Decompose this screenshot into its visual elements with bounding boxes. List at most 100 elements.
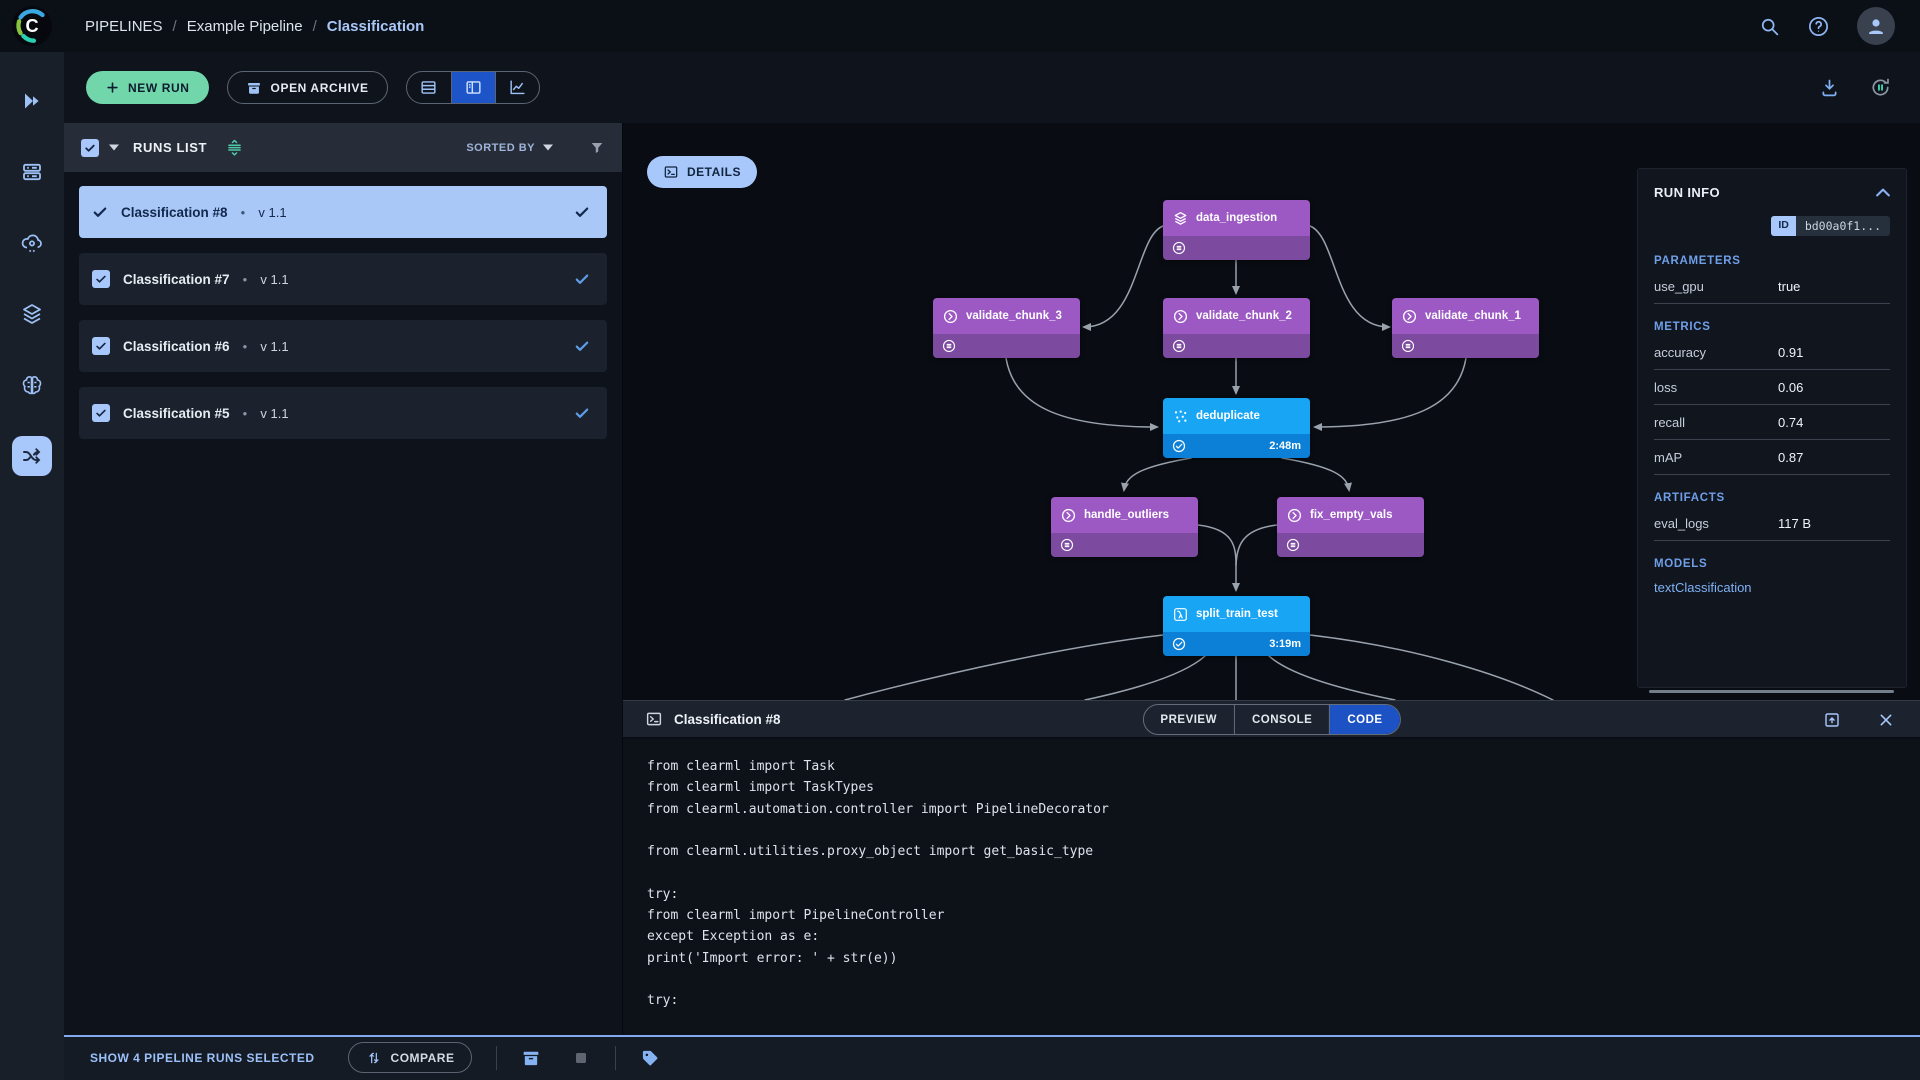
info-value: 0.87 — [1778, 450, 1804, 465]
info-value: 0.06 — [1778, 380, 1804, 395]
info-row: recall 0.74 — [1654, 405, 1890, 440]
dag-node-deduplicate[interactable]: deduplicate 2:48m — [1163, 398, 1310, 458]
run-row[interactable]: Classification #7 ● v 1.1 — [79, 253, 607, 305]
tag-icon[interactable] — [640, 1048, 660, 1068]
close-icon[interactable] — [1878, 712, 1894, 728]
sidebar-item-models[interactable] — [12, 365, 52, 405]
run-checkbox[interactable] — [92, 337, 110, 355]
run-info-sections: PARAMETERS use_gpu true METRICS accuracy 0.91… — [1638, 255, 1906, 595]
open-archive-label: OPEN ARCHIVE — [270, 80, 369, 95]
select-all-checkbox[interactable] — [81, 138, 99, 157]
chevron-circle-icon — [943, 309, 958, 324]
open-in-window-icon[interactable] — [1823, 711, 1841, 729]
dag-node-split_train_test[interactable]: split_train_test 3:19m — [1163, 596, 1310, 656]
run-row[interactable]: Classification #8 ● v 1.1 — [79, 186, 607, 238]
selection-summary-link[interactable]: SHOW 4 PIPELINE RUNS SELECTED — [90, 1051, 315, 1065]
node-header: deduplicate — [1163, 398, 1310, 434]
code-viewer[interactable]: from clearml import Task from clearml imp… — [623, 739, 1920, 1036]
download-icon[interactable] — [1819, 77, 1840, 98]
info-key: accuracy — [1654, 345, 1707, 360]
archive-icon[interactable] — [521, 1048, 541, 1068]
model-link[interactable]: textClassification — [1654, 580, 1890, 595]
node-footer — [1392, 334, 1539, 358]
status-dot: ● — [242, 341, 248, 351]
run-checkbox[interactable] — [92, 270, 110, 288]
plus-icon — [105, 80, 120, 95]
run-version: v 1.1 — [260, 338, 289, 354]
chevron-circle-icon — [1402, 309, 1417, 324]
stop-icon[interactable] — [571, 1048, 591, 1068]
avatar[interactable] — [1857, 7, 1895, 45]
run-id-value[interactable]: bd00a0f1... — [1795, 216, 1890, 236]
section-title: METRICS — [1654, 321, 1711, 333]
dag-node-handle_outliers[interactable]: handle_outliers — [1051, 497, 1198, 557]
bottom-panel-title: Classification #8 — [674, 711, 781, 727]
pipeline-dag-canvas[interactable]: DETAILS RUN INFO ID bd00a0f1... PARAMETE… — [623, 123, 1920, 700]
collapse-caret-icon[interactable] — [1876, 188, 1890, 197]
bottom-panel-tabs: PREVIEW CONSOLE CODE — [1142, 704, 1401, 735]
runs-list-header: RUNS LIST SORTED BY — [64, 123, 622, 172]
divider — [496, 1045, 498, 1070]
run-row[interactable]: Classification #5 ● v 1.1 — [79, 387, 607, 439]
dag-node-data_ingestion[interactable]: data_ingestion — [1163, 200, 1310, 260]
info-value: true — [1778, 279, 1801, 294]
tab-preview[interactable]: PREVIEW — [1143, 705, 1234, 734]
node-footer — [1163, 236, 1310, 260]
filter-funnel-icon[interactable] — [589, 140, 605, 156]
breadcrumb-item[interactable]: PIPELINES — [85, 18, 163, 35]
new-run-button[interactable]: NEW RUN — [86, 71, 209, 104]
code-line: from clearml.automation.controller impor… — [647, 801, 1109, 817]
tune-filter-icon[interactable] — [225, 138, 244, 157]
table-view-toggle[interactable] — [407, 72, 451, 103]
sidebar-item-workers-queues[interactable] — [12, 152, 52, 192]
details-button[interactable]: DETAILS — [647, 156, 757, 188]
auto-refresh-icon[interactable] — [1869, 76, 1892, 99]
checkbox-check-icon — [95, 340, 107, 352]
node-menu-icon — [1401, 339, 1415, 353]
code-line: from clearml import Task — [647, 759, 835, 774]
selection-dropdown-caret-icon[interactable] — [109, 144, 119, 151]
search-icon[interactable] — [1759, 16, 1780, 37]
dag-node-validate_chunk_1[interactable]: validate_chunk_1 — [1392, 298, 1539, 358]
split-view-toggle[interactable] — [450, 72, 495, 103]
node-label: fix_empty_vals — [1310, 509, 1393, 521]
run-name: Classification #8 — [121, 204, 228, 220]
dag-node-validate_chunk_2[interactable]: validate_chunk_2 — [1163, 298, 1310, 358]
sorted-by-control[interactable]: SORTED BY — [466, 142, 553, 154]
sidebar-item-projects[interactable] — [12, 81, 52, 121]
tab-console[interactable]: CONSOLE — [1233, 705, 1329, 734]
node-label: split_train_test — [1196, 608, 1278, 620]
section-title: PARAMETERS — [1654, 255, 1741, 267]
run-info-horizontal-scrollbar[interactable] — [1649, 690, 1894, 693]
run-completed-check-icon — [574, 271, 590, 287]
tab-code[interactable]: CODE — [1329, 705, 1400, 734]
help-icon[interactable] — [1807, 15, 1830, 38]
run-checkbox[interactable] — [92, 404, 110, 422]
sidebar-item-datasets[interactable] — [12, 294, 52, 334]
run-row[interactable]: Classification #6 ● v 1.1 — [79, 320, 607, 372]
runs-list: Classification #8 ● v 1.1 Classification #7… — [64, 172, 622, 453]
sidebar-item-cloud[interactable] — [12, 223, 52, 263]
chevron-circle-icon — [1173, 309, 1188, 324]
dag-node-validate_chunk_3[interactable]: validate_chunk_3 — [933, 298, 1080, 358]
sidebar-item-pipelines[interactable] — [12, 436, 52, 476]
node-footer — [1277, 533, 1424, 557]
breadcrumb-item[interactable]: Example Pipeline — [187, 18, 303, 35]
models-icon — [20, 373, 44, 397]
run-completed-check-icon — [574, 405, 590, 421]
footer-bar: SHOW 4 PIPELINE RUNS SELECTED COMPARE — [64, 1035, 1920, 1080]
breadcrumb-separator: / — [312, 17, 317, 35]
node-footer — [1051, 533, 1198, 557]
node-menu-icon — [1286, 538, 1300, 552]
open-archive-button[interactable]: OPEN ARCHIVE — [226, 71, 388, 104]
compare-button[interactable]: COMPARE — [347, 1042, 473, 1073]
run-name: Classification #5 — [123, 405, 230, 421]
info-key: loss — [1654, 380, 1678, 395]
status-dot: ● — [242, 408, 248, 418]
dag-node-fix_empty_vals[interactable]: fix_empty_vals — [1277, 497, 1424, 557]
chart-view-toggle[interactable] — [494, 72, 539, 103]
breadcrumb-item[interactable]: Classification — [327, 18, 425, 35]
node-label: data_ingestion — [1196, 212, 1278, 224]
run-id-badge[interactable]: ID — [1771, 216, 1796, 236]
clearml-logo[interactable]: C — [11, 5, 53, 47]
